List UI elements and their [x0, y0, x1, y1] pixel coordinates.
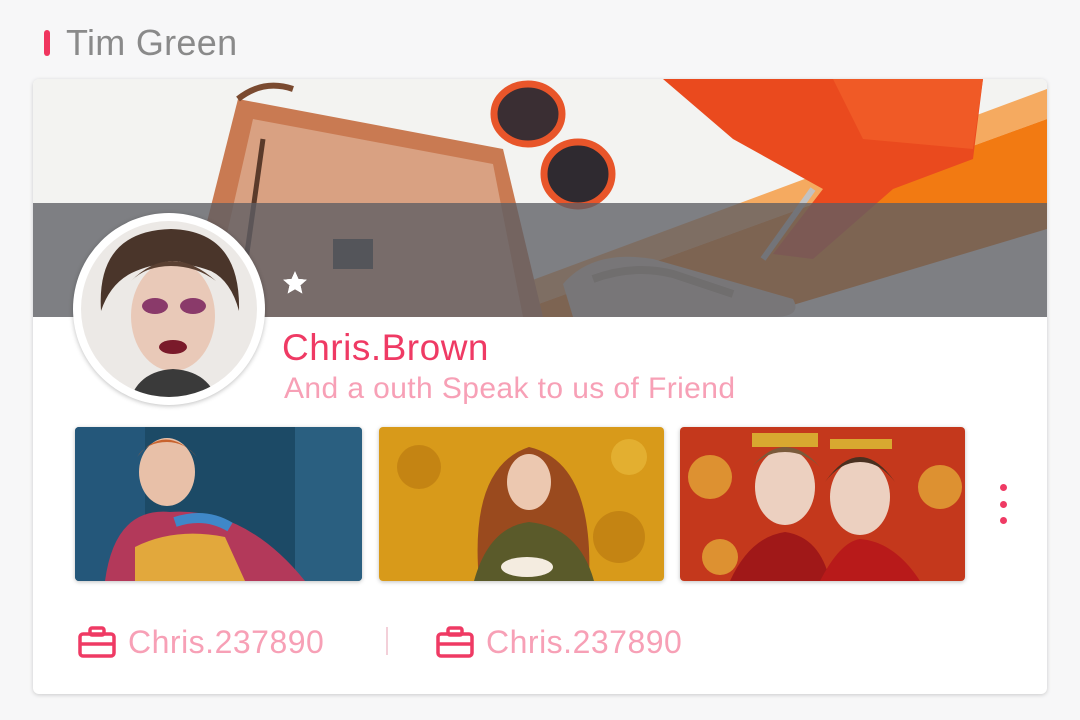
section-accent-bar	[44, 30, 50, 56]
gallery-photo-1[interactable]	[75, 427, 362, 581]
vertical-dots-icon[interactable]	[991, 484, 1015, 524]
divider	[386, 627, 388, 655]
portrait-photo	[81, 221, 257, 397]
briefcase-icon	[436, 626, 474, 658]
photo-gallery	[75, 427, 975, 583]
section-header: Tim Green	[44, 22, 237, 64]
briefcase-icon	[78, 626, 116, 658]
gallery-photo-3[interactable]	[680, 427, 965, 581]
profile-name[interactable]: Chris.Brown	[282, 327, 489, 369]
footer-item-2[interactable]: Chris.237890	[436, 619, 682, 665]
gallery-photo-2[interactable]	[379, 427, 664, 581]
footer-label: Chris.237890	[486, 623, 683, 660]
avatar[interactable]	[73, 213, 265, 405]
footer-label: Chris.237890	[128, 623, 325, 660]
footer-item-1[interactable]: Chris.237890	[78, 619, 324, 665]
profile-card[interactable]: Chris.Brown And a outh Speak to us of Fr…	[33, 79, 1047, 694]
profile-bio: And a outh Speak to us of Friend	[284, 372, 736, 405]
star-empty-icon	[283, 271, 307, 294]
section-title: Tim Green	[66, 22, 238, 63]
